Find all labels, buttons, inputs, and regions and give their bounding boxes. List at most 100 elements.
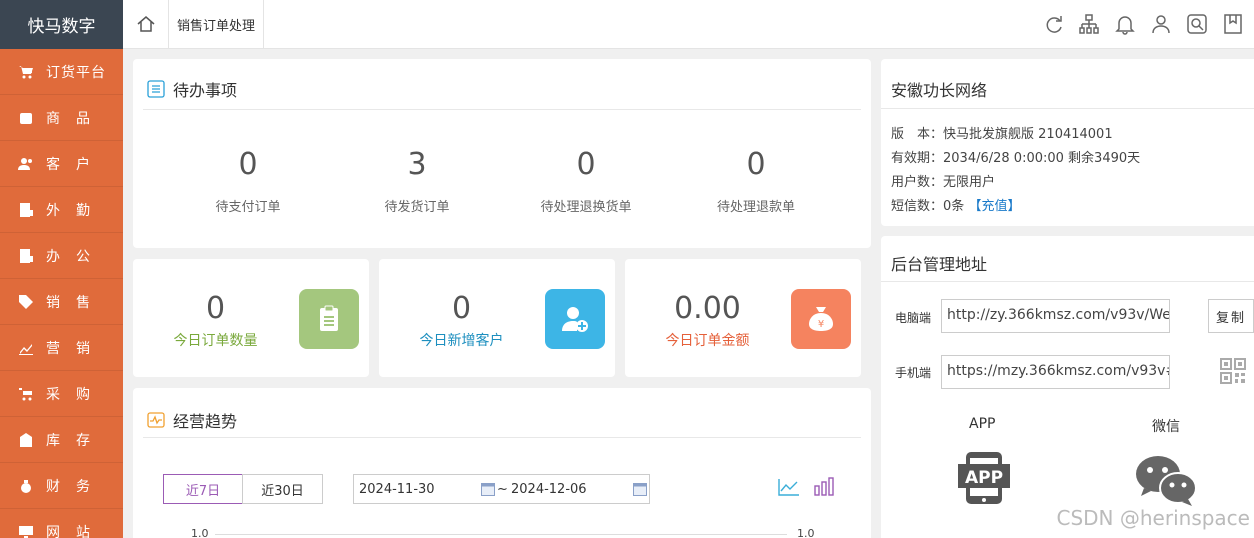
bell-icon[interactable] (1114, 13, 1136, 35)
mobile-label: 手机端 (895, 366, 932, 380)
add-user-icon (545, 289, 605, 349)
pulse-icon (147, 412, 165, 428)
pc-label: 电脑端 (895, 311, 932, 325)
copy-button[interactable]: 复制 (1208, 299, 1254, 333)
todo-count: 0 (576, 147, 596, 182)
sidebar-item-label: 营 销 (46, 340, 91, 357)
refresh-icon[interactable] (1042, 13, 1064, 35)
sidebar-item-field[interactable]: 外 勤 (0, 187, 123, 233)
home-icon (137, 16, 154, 32)
stat-label: 今日新增客户 (419, 333, 504, 349)
chart-gridline (215, 534, 787, 535)
trend-title-text: 经营趋势 (173, 412, 238, 431)
todo-item-unpaid[interactable]: 0 待支付订单 (163, 147, 333, 215)
home-button[interactable] (123, 0, 169, 48)
divider (143, 109, 861, 110)
sidebar-item-ordering[interactable]: 订货平台 (0, 49, 123, 95)
sidebar-item-label: 办 公 (46, 248, 91, 265)
todo-title: 待办事项 (147, 77, 237, 101)
sidebar-item-sales[interactable]: 销 售 (0, 279, 123, 325)
top-toolbar (1042, 0, 1244, 48)
sidebar-item-label: 外 勤 (46, 202, 91, 219)
cart-icon (19, 387, 32, 400)
sidebar-item-finance[interactable]: 财 务 (0, 463, 123, 509)
sidebar-item-label: 订货平台 (46, 64, 106, 81)
sidebar-item-products[interactable]: 商 品 (0, 95, 123, 141)
chart-icon (19, 343, 33, 355)
doc-icon (20, 202, 33, 217)
sidebar-item-purchase[interactable]: 采 购 (0, 371, 123, 417)
version-line: 版 本：快马批发旗舰版 210414001 (891, 127, 1113, 142)
calendar-icon[interactable] (481, 483, 495, 496)
todo-item-refunds[interactable]: 0 待处理退款单 (671, 147, 841, 215)
sidebar-item-marketing[interactable]: 营 销 (0, 325, 123, 371)
sidebar-item-label: 客 户 (46, 156, 91, 173)
svg-text:APP: APP (965, 468, 1003, 488)
divider (143, 437, 861, 438)
expiry-line: 有效期：2034/6/28 0:00:00 剩余3490天 (891, 151, 1141, 166)
date-separator: ~ (497, 482, 508, 497)
stat-label: 今日订单金额 (665, 333, 750, 349)
stat-card-amount[interactable]: 0.00 今日订单金额 ¥ (625, 259, 861, 377)
top-bar: 销售订单处理 (123, 0, 1254, 49)
money-bag-icon: ¥ (791, 289, 851, 349)
bookmark-icon[interactable] (1222, 13, 1244, 35)
admin-address-card: 后台管理地址 电脑端 http://zy.366kmsz.com/v93v/We… (881, 236, 1254, 538)
todo-count: 0 (746, 147, 766, 182)
wechat-label: 微信 (1152, 419, 1180, 435)
trend-card: 经营趋势 近7日 近30日 2024-11-30 ~ 2024-12-06 1.… (133, 388, 871, 538)
company-card: 安徽功长网络 版 本：快马批发旗舰版 210414001 有效期：2034/6/… (881, 59, 1254, 226)
sidebar: 快马数字 订货平台 商 品 客 户 外 勤 办 公 销 售 营 销 采 购 库 … (0, 0, 123, 538)
todo-item-unshipped[interactable]: 3 待发货订单 (332, 147, 502, 215)
sms-line: 短信数：0条 【充值】 (891, 199, 1021, 214)
stat-value: 0 (205, 291, 226, 326)
mobile-url-field[interactable]: https://mzy.366kmsz.com/v93v#/log (941, 355, 1170, 389)
bar-chart-icon[interactable] (813, 476, 835, 496)
company-name: 安徽功长网络 (891, 81, 988, 100)
sidebar-item-website[interactable]: 网 站 (0, 509, 123, 538)
pc-url-field[interactable]: http://zy.366kmsz.com/v93v/WebSup (941, 299, 1170, 333)
recharge-link[interactable]: 【充值】 (968, 199, 1020, 214)
y-axis-right-label: 1.0 (797, 527, 815, 538)
sidebar-item-label: 财 务 (46, 478, 91, 495)
sidebar-item-label: 销 售 (46, 294, 91, 311)
todo-label: 待支付订单 (215, 200, 281, 215)
tag-icon (19, 294, 33, 309)
cart-icon (19, 65, 33, 78)
users-icon (18, 157, 32, 170)
stat-card-customers[interactable]: 0 今日新增客户 (379, 259, 615, 377)
todo-title-text: 待办事项 (173, 81, 238, 100)
todo-item-returns[interactable]: 0 待处理退换货单 (501, 147, 671, 215)
trend-title: 经营趋势 (147, 408, 237, 432)
date-end: 2024-12-06 (511, 482, 587, 497)
qrcode-icon[interactable] (1220, 358, 1246, 384)
y-axis-left-label: 1.0 (191, 527, 209, 538)
todo-label: 待处理退款单 (716, 200, 795, 215)
divider (881, 108, 1254, 109)
calendar-icon[interactable] (633, 483, 647, 496)
sidebar-item-office[interactable]: 办 公 (0, 233, 123, 279)
stat-card-orders[interactable]: 0 今日订单数量 (133, 259, 369, 377)
todo-card: 待办事项 0 待支付订单 3 待发货订单 0 待处理退换货单 0 待处理退款单 (133, 59, 871, 248)
search-box-icon[interactable] (1186, 13, 1208, 35)
organization-icon[interactable] (1078, 13, 1100, 35)
user-icon[interactable] (1150, 13, 1172, 35)
sidebar-item-label: 采 购 (46, 386, 91, 403)
brand-logo[interactable]: 快马数字 (0, 0, 123, 49)
tab-sales-order[interactable]: 销售订单处理 (169, 0, 265, 48)
date-range-picker[interactable]: 2024-11-30 ~ 2024-12-06 (353, 474, 650, 504)
stat-label: 今日订单数量 (173, 333, 258, 349)
app-download-icon[interactable]: APP (956, 450, 1012, 506)
todo-count: 0 (238, 147, 258, 182)
todo-count: 3 (407, 147, 427, 182)
todo-label: 待发货订单 (384, 200, 450, 215)
wechat-icon[interactable] (1134, 454, 1198, 506)
todo-label: 待处理退换货单 (540, 200, 632, 215)
sidebar-item-customers[interactable]: 客 户 (0, 141, 123, 187)
line-chart-icon[interactable] (778, 478, 800, 496)
range-7d-button[interactable]: 近7日 (163, 474, 243, 504)
sidebar-item-inventory[interactable]: 库 存 (0, 417, 123, 463)
watermark: CSDN @herinspace (1056, 506, 1251, 530)
warehouse-icon (20, 432, 32, 447)
range-30d-button[interactable]: 近30日 (242, 474, 323, 504)
